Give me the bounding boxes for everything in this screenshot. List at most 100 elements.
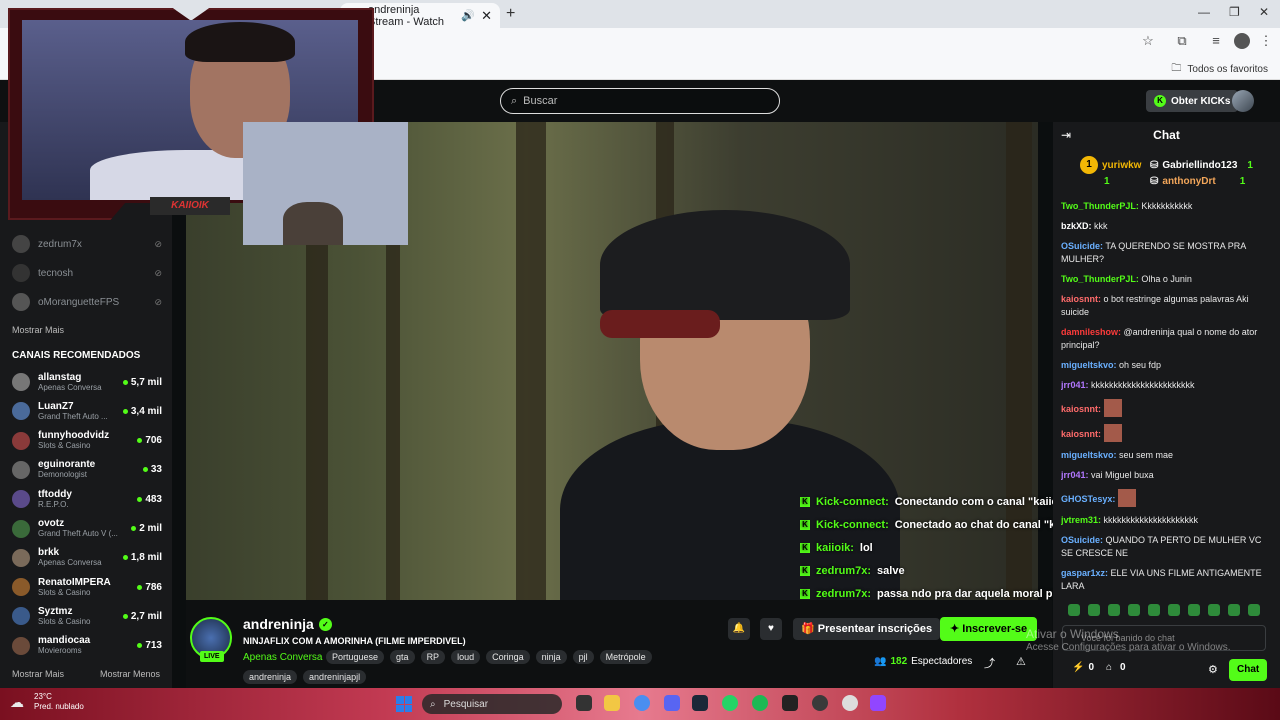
tag[interactable]: pjl	[572, 650, 594, 664]
sidebar-channel-offline[interactable]: zedrum7x ⊘	[12, 233, 162, 255]
chat-username[interactable]: kaiosnnt:	[1061, 429, 1101, 439]
discord-icon[interactable]	[664, 695, 680, 711]
minimize-icon[interactable]: —	[1198, 5, 1210, 19]
emote-icon[interactable]	[1168, 604, 1180, 616]
report-icon[interactable]: ⚠	[1016, 655, 1026, 668]
emote-bar[interactable]	[1068, 604, 1260, 616]
emote-icon[interactable]	[1068, 604, 1080, 616]
rank-badge: 1	[1080, 156, 1098, 174]
stream-category[interactable]: Apenas Conversa	[243, 652, 323, 663]
sidebar-channel[interactable]: Syztmz Slots & Casino 2,7 mil	[12, 605, 162, 627]
show-more-link[interactable]: Mostrar Mais	[12, 325, 64, 335]
subscribe-button[interactable]: ✦ Inscrever-se	[940, 617, 1038, 641]
bookmark-star-icon[interactable]: ☆	[1140, 33, 1156, 49]
sidebar-channel[interactable]: brkk Apenas Conversa 1,8 mil	[12, 547, 162, 569]
sidebar-channel[interactable]: ovotz Grand Theft Auto V (... 2 mil	[12, 518, 162, 540]
gift-subs-button[interactable]: 🎁 Presentear inscrições	[793, 618, 941, 640]
profile-icon[interactable]	[1234, 33, 1250, 49]
sidebar-channel[interactable]: tftoddy R.E.P.O. 483	[12, 488, 162, 510]
leaderboard-entry[interactable]: ⛁ anthonyDrt 1	[1150, 174, 1245, 188]
file-explorer-icon[interactable]	[604, 695, 620, 711]
speaker-icon[interactable]: 🔊	[461, 9, 475, 22]
leaderboard-entry[interactable]: ⛁ Gabriellindo123 1	[1150, 158, 1253, 172]
points-balance[interactable]: ⌂ 0	[1106, 662, 1126, 673]
chat-username[interactable]: jrr041:	[1061, 470, 1089, 480]
task-view-icon[interactable]	[576, 695, 592, 711]
chat-username[interactable]: OSuicide:	[1061, 535, 1103, 545]
chat-username[interactable]: Two_ThunderPJL:	[1061, 201, 1139, 211]
epic-games-icon[interactable]	[782, 695, 798, 711]
tag[interactable]: gta	[390, 650, 415, 664]
sidebar-channel[interactable]: mandiocaa Movierooms 713	[12, 635, 162, 657]
close-tab-icon[interactable]: ✕	[481, 8, 492, 24]
chat-username[interactable]: GHOSTesyx:	[1061, 494, 1115, 504]
emote-icon[interactable]	[1188, 604, 1200, 616]
show-less-link[interactable]: Mostrar Menos	[100, 669, 160, 679]
tag[interactable]: ninja	[535, 650, 567, 664]
all-bookmarks[interactable]: 🗀 Todos os favoritos	[1171, 61, 1268, 78]
chat-username[interactable]: Two_ThunderPJL:	[1061, 274, 1139, 284]
tag[interactable]: andreninja	[243, 670, 298, 684]
send-chat-button[interactable]: Chat	[1229, 659, 1268, 681]
sidebar-channel-offline[interactable]: oMoranguetteFPS ⊘	[12, 291, 162, 313]
chat-username[interactable]: migueltskvo:	[1061, 450, 1117, 460]
chat-username[interactable]: kaiosnnt:	[1061, 404, 1101, 414]
tag[interactable]: Portuguese	[326, 650, 385, 664]
steam-icon[interactable]	[692, 695, 708, 711]
chat-title: Chat	[1153, 128, 1180, 142]
close-window-icon[interactable]: ✕	[1259, 5, 1269, 19]
weather-widget[interactable]: 23°C Pred. nublado	[34, 692, 84, 712]
whatsapp-icon[interactable]	[722, 695, 738, 711]
settings-gear-icon[interactable]: ⚙	[1208, 663, 1218, 676]
app-icon[interactable]	[842, 695, 858, 711]
tag[interactable]: loud	[451, 650, 481, 664]
chrome-icon[interactable]	[634, 695, 650, 711]
media-icon[interactable]: ≡	[1208, 33, 1224, 49]
menu-icon[interactable]: ⋮	[1258, 33, 1274, 49]
emote-icon[interactable]	[1088, 604, 1100, 616]
chat-username[interactable]: bzkXD:	[1061, 221, 1092, 231]
sidebar-channel[interactable]: funnyhoodvidz Slots & Casino 706	[12, 430, 162, 452]
restore-icon[interactable]: ❐	[1229, 5, 1240, 19]
share-icon[interactable]: ⤴	[984, 655, 995, 671]
windows-start-icon[interactable]	[396, 696, 412, 712]
search-input[interactable]: ⌕ Buscar	[500, 88, 780, 114]
show-more-link[interactable]: Mostrar Mais	[12, 669, 64, 679]
tag[interactable]: andreninjapjl	[303, 670, 367, 684]
chat-username[interactable]: gaspar1xz:	[1061, 568, 1108, 578]
extensions-icon[interactable]: ⧉	[1174, 33, 1190, 49]
emote-icon[interactable]	[1208, 604, 1220, 616]
chat-username[interactable]: jvtrem31:	[1061, 515, 1101, 525]
emote-icon[interactable]	[1148, 604, 1160, 616]
spotify-icon[interactable]	[752, 695, 768, 711]
sidebar-channel[interactable]: RenatoIMPERA Slots & Casino 786	[12, 576, 162, 598]
chat-username[interactable]: kaiosnnt:	[1061, 294, 1101, 304]
emote-icon[interactable]	[1248, 604, 1260, 616]
sidebar-channel[interactable]: allanstag Apenas Conversa 5,7 mil	[12, 371, 162, 393]
notification-bell-icon[interactable]: 🔔	[728, 618, 750, 640]
chat-username[interactable]: OSuicide:	[1061, 241, 1103, 251]
new-tab-icon[interactable]: +	[506, 5, 515, 23]
emote-icon[interactable]	[1128, 604, 1140, 616]
sidebar-channel[interactable]: eguinorante Demonologist 33	[12, 459, 162, 481]
sidebar-channel[interactable]: LuanZ7 Grand Theft Auto ... 3,4 mil	[12, 400, 162, 422]
streamer-name[interactable]: andreninja ✓	[243, 616, 332, 632]
twitch-icon[interactable]	[870, 695, 886, 711]
taskbar-search[interactable]: ⌕ Pesquisar	[422, 694, 562, 714]
chat-username[interactable]: damnileshow:	[1061, 327, 1121, 337]
obs-icon[interactable]	[812, 695, 828, 711]
tag[interactable]: Metrópole	[599, 650, 652, 664]
emote-icon[interactable]	[1228, 604, 1240, 616]
leaderboard-entry[interactable]: 1 yuriwkw	[1080, 156, 1141, 174]
chat-username[interactable]: migueltskvo:	[1061, 360, 1117, 370]
get-kicks-button[interactable]: K Obter KICKs	[1146, 90, 1239, 112]
emote-icon[interactable]	[1108, 604, 1120, 616]
follow-heart-icon[interactable]: ♥	[760, 618, 782, 640]
sidebar-channel-offline[interactable]: tecnosh ⊘	[12, 262, 162, 284]
kicks-balance[interactable]: ⚡ 0	[1072, 662, 1094, 673]
tag[interactable]: Coringa	[486, 650, 530, 664]
user-avatar[interactable]	[1232, 90, 1254, 112]
avatar	[12, 460, 30, 479]
tag[interactable]: RP	[420, 650, 446, 664]
chat-username[interactable]: jrr041:	[1061, 380, 1089, 390]
